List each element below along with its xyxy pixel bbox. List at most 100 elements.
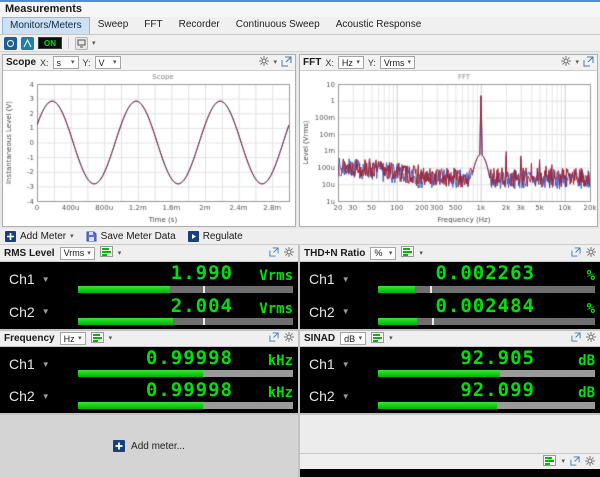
page-title: Measurements [0, 2, 600, 17]
popout-icon[interactable] [571, 247, 581, 260]
scope-y-label: Y: [83, 58, 91, 68]
scope-gear-caret[interactable]: ▾ [273, 59, 277, 66]
level-bar-fill [78, 318, 173, 325]
scope-y-unit-select[interactable]: V▾ [95, 56, 121, 69]
fft-gear-caret[interactable]: ▾ [575, 59, 579, 66]
meter-toolbar: Add Meter▾ Save Meter Data Regulate [0, 229, 600, 245]
popout-icon[interactable] [269, 332, 279, 345]
display-mode-caret[interactable]: ▾ [561, 458, 565, 465]
add-meter-icon [5, 231, 16, 242]
popout-icon[interactable] [269, 247, 279, 260]
display-mode-icon[interactable] [401, 246, 414, 260]
channel-caret-icon: ▼ [42, 275, 50, 284]
level-bar-fill [78, 286, 170, 293]
channel-caret-icon: ▼ [42, 307, 50, 316]
channel-selector[interactable]: Ch1▼ [300, 356, 372, 372]
meter-header: SINAD dB▾ ▾ [300, 331, 600, 347]
settings-gear-icon[interactable] [585, 453, 595, 471]
display-mode-caret[interactable]: ▾ [389, 335, 393, 342]
channel-level-bar [378, 286, 595, 293]
popout-icon[interactable] [570, 453, 580, 471]
channel-value: 2.004Vrms [78, 297, 293, 318]
tab-acoustic-response[interactable]: Acoustic Response [328, 16, 430, 34]
scope-x-unit-select[interactable]: s▾ [53, 56, 79, 69]
channel-selector[interactable]: Ch2▼ [0, 388, 72, 404]
meter-channel-row: Ch2▼ 0.99998kHz [0, 381, 298, 411]
meter-header: RMS Level Vrms▾ ▾ [0, 245, 298, 262]
toolbar-separator [68, 37, 69, 49]
toolbar-dropdown-caret[interactable]: ▾ [92, 40, 96, 47]
tab-continuous-sweep[interactable]: Continuous Sweep [228, 16, 328, 34]
fft-popout-icon[interactable] [583, 56, 594, 70]
channel-caret-icon: ▼ [342, 307, 350, 316]
channel-level-bar [378, 402, 595, 409]
channel-value: 92.099dB [378, 381, 595, 402]
channel-selector[interactable]: Ch2▼ [300, 304, 372, 320]
display-mode-icon[interactable] [100, 246, 113, 260]
display-mode-caret[interactable]: ▾ [419, 250, 423, 257]
generator-on-toggle[interactable]: ON [38, 37, 62, 49]
app-icon-2[interactable] [21, 37, 34, 50]
channel-selector[interactable]: Ch1▼ [0, 356, 72, 372]
settings-gear-icon[interactable] [586, 247, 596, 260]
scope-popout-icon[interactable] [281, 56, 292, 70]
level-peak-marker [203, 318, 205, 325]
settings-gear-icon[interactable] [586, 332, 596, 345]
display-mode-icon[interactable] [543, 453, 556, 471]
meter-body: Ch1▼ 0.002263% Ch2▼ 0.002484% [300, 262, 600, 329]
scope-x-label: X: [40, 58, 49, 68]
channel-level-bar [378, 318, 595, 325]
display-mode-icon[interactable] [371, 332, 384, 346]
level-bar-fill [378, 370, 500, 377]
display-mode-caret[interactable]: ▾ [118, 250, 122, 257]
meter-channel-row: Ch1▼ 0.99998kHz [0, 349, 298, 379]
channel-selector[interactable]: Ch1▼ [300, 271, 372, 287]
add-meter-slot: Add meter... [0, 415, 298, 477]
add-meter-placeholder-button[interactable]: Add meter... [113, 440, 185, 452]
settings-gear-icon[interactable] [284, 332, 294, 345]
meter-unit-select[interactable]: dB▾ [340, 332, 366, 345]
meter-panel: SINAD dB▾ ▾ Ch1▼ 92.905dB Ch2▼ 92.099dB [300, 331, 600, 413]
meter-unit-select[interactable]: Vrms▾ [60, 247, 95, 260]
fft-chart-canvas[interactable] [300, 71, 597, 226]
popout-icon[interactable] [571, 332, 581, 345]
settings-gear-icon[interactable] [284, 247, 294, 260]
scope-gear-icon[interactable] [259, 56, 269, 69]
display-mode-caret[interactable]: ▾ [109, 335, 113, 342]
fft-y-label: Y: [368, 58, 376, 68]
meters-grid: RMS Level Vrms▾ ▾ Ch1▼ 1.990Vrms Ch2▼ 2.… [0, 245, 600, 477]
meter-title: Frequency [4, 333, 55, 344]
monitor-settings-icon[interactable] [75, 37, 88, 50]
display-mode-icon[interactable] [91, 332, 104, 346]
meter-unit-select[interactable]: Hz▾ [60, 332, 86, 345]
fft-y-unit-select[interactable]: Vrms▾ [380, 56, 415, 69]
channel-level-bar [78, 402, 293, 409]
tab-recorder[interactable]: Recorder [171, 16, 228, 34]
channel-selector[interactable]: Ch2▼ [0, 304, 72, 320]
top-toolbar: ON ▾ [0, 35, 600, 52]
fft-panel-header: FFT X: Hz▾ Y: Vrms▾ ▾ [300, 55, 597, 71]
scope-panel-title: Scope [6, 57, 36, 68]
fft-x-unit-select[interactable]: Hz▾ [338, 56, 364, 69]
partial-meter-body [300, 469, 600, 477]
add-meter-button[interactable]: Add Meter▾ [5, 231, 74, 242]
level-bar-fill [78, 370, 203, 377]
channel-selector[interactable]: Ch1▼ [0, 271, 72, 287]
channel-selector[interactable]: Ch2▼ [300, 388, 372, 404]
meter-body: Ch1▼ 1.990Vrms Ch2▼ 2.004Vrms [0, 262, 298, 329]
fft-gear-icon[interactable] [561, 56, 571, 69]
level-bar-fill [378, 318, 417, 325]
scope-chart-canvas[interactable] [3, 71, 295, 226]
scope-panel: Scope X: s▾ Y: V▾ ▾ [2, 54, 296, 227]
channel-caret-icon: ▼ [42, 392, 50, 401]
channel-level-bar [78, 370, 293, 377]
save-icon [86, 231, 97, 242]
meter-unit-select[interactable]: %▾ [370, 247, 396, 260]
tab-sweep[interactable]: Sweep [90, 16, 137, 34]
app-icon-1[interactable] [4, 37, 17, 50]
tab-fft[interactable]: FFT [136, 16, 170, 34]
channel-caret-icon: ▼ [42, 360, 50, 369]
tab-monitors-meters[interactable]: Monitors/Meters [2, 17, 90, 34]
save-meter-data-button[interactable]: Save Meter Data [86, 231, 176, 242]
regulate-button[interactable]: Regulate [188, 231, 243, 242]
